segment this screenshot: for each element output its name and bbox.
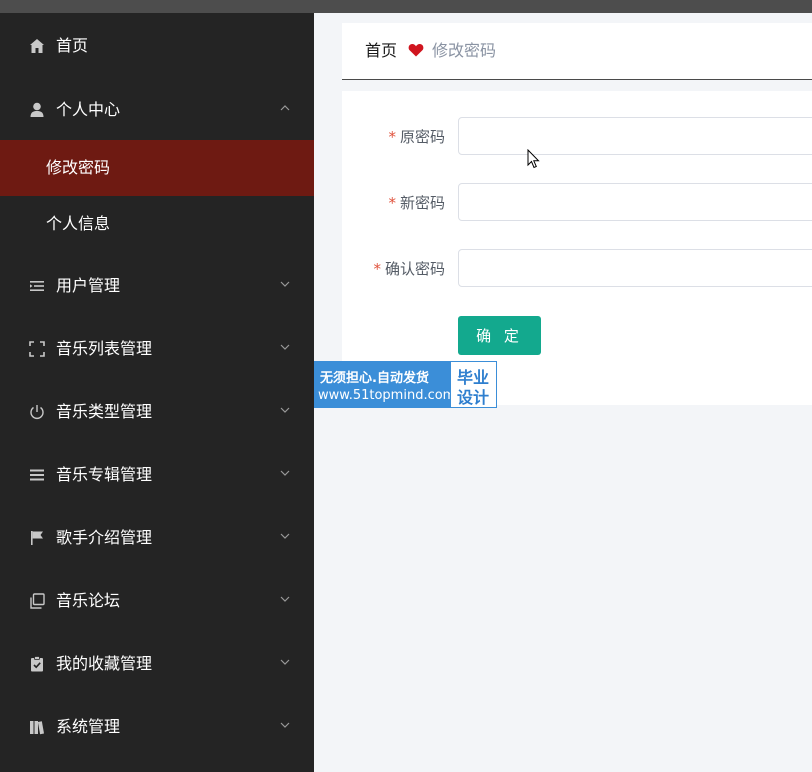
- form-row-old-password: * 原密码: [342, 117, 812, 157]
- chevron-down-icon[interactable]: [279, 593, 291, 605]
- old-password-label: * 原密码: [388, 117, 445, 157]
- new-password-input[interactable]: [458, 183, 812, 221]
- sidebar-subitem-change-password[interactable]: 修改密码: [0, 140, 314, 196]
- watermark-url: www.51topmind.com: [318, 388, 456, 403]
- sidebar-item-label: 音乐列表管理: [56, 339, 153, 358]
- menu-icon: [30, 469, 44, 481]
- sidebar: 首页 个人中心 修改密码 个人信息 用户管理 音乐列表管理 音乐类型管理 音乐专…: [0, 13, 314, 772]
- sidebar-item-my-favorites[interactable]: 我的收藏管理: [0, 644, 314, 684]
- change-password-form: * 原密码 * 新密码 * 确认密码 确 定: [342, 91, 812, 405]
- sidebar-subitem-label: 个人信息: [46, 214, 111, 233]
- form-row-confirm-password: * 确认密码: [342, 249, 812, 289]
- confirm-password-input[interactable]: [458, 249, 812, 287]
- chevron-down-icon[interactable]: [279, 278, 291, 290]
- sidebar-item-label: 个人中心: [56, 100, 121, 119]
- sidebar-item-label: 歌手介绍管理: [56, 528, 153, 547]
- old-password-input[interactable]: [458, 117, 812, 155]
- breadcrumb-home[interactable]: 首页: [365, 23, 397, 79]
- chevron-down-icon[interactable]: [279, 719, 291, 731]
- sidebar-item-music-forum[interactable]: 音乐论坛: [0, 581, 314, 621]
- books-icon: [30, 721, 45, 735]
- flag-icon: [31, 531, 43, 545]
- sidebar-item-label: 音乐类型管理: [56, 402, 153, 421]
- sidebar-item-label: 用户管理: [56, 276, 121, 295]
- sidebar-item-singer-intro[interactable]: 歌手介绍管理: [0, 518, 314, 558]
- clipboard-check-icon: [31, 656, 43, 672]
- sidebar-item-system-management[interactable]: 系统管理: [0, 707, 314, 747]
- sidebar-item-label: 首页: [56, 36, 89, 55]
- sidebar-subitem-personal-info[interactable]: 个人信息: [0, 196, 314, 252]
- list-icon: [30, 281, 44, 291]
- confirm-password-label-text: 确认密码: [384, 260, 445, 278]
- sidebar-item-personal-center[interactable]: 个人中心: [0, 90, 314, 130]
- sidebar-item-user-management[interactable]: 用户管理: [0, 266, 314, 306]
- chevron-up-icon[interactable]: [279, 102, 291, 114]
- sidebar-item-label: 我的收藏管理: [56, 654, 153, 673]
- sidebar-item-label: 音乐专辑管理: [56, 465, 153, 484]
- top-bar: [0, 0, 812, 13]
- required-mark: *: [388, 128, 396, 146]
- sidebar-item-home[interactable]: 首页: [0, 26, 314, 66]
- new-password-label-text: 新密码: [399, 194, 445, 212]
- sidebar-item-music-album[interactable]: 音乐专辑管理: [0, 455, 314, 495]
- power-icon: [30, 405, 44, 419]
- old-password-label-text: 原密码: [399, 128, 445, 146]
- watermark-badge: 无须担心.自动发货 www.51topmind.com 毕业 设计: [314, 361, 497, 408]
- sidebar-item-music-type[interactable]: 音乐类型管理: [0, 392, 314, 432]
- required-mark: *: [388, 194, 396, 212]
- confirm-password-label: * 确认密码: [373, 249, 445, 289]
- breadcrumb-current: 修改密码: [432, 41, 497, 60]
- copy-icon: [30, 593, 45, 609]
- watermark-slogan: 无须担心.自动发货: [320, 371, 429, 386]
- chevron-down-icon[interactable]: [279, 341, 291, 353]
- confirm-button[interactable]: 确 定: [458, 316, 541, 355]
- watermark-left: 无须担心.自动发货 www.51topmind.com: [314, 361, 455, 408]
- sidebar-item-label: 系统管理: [56, 717, 121, 736]
- chevron-down-icon[interactable]: [279, 656, 291, 668]
- heart-icon: [408, 44, 424, 57]
- fullscreen-icon: [29, 341, 45, 357]
- mouse-cursor-icon: [527, 149, 540, 169]
- watermark-badge-text-2: 设计: [457, 388, 490, 407]
- chevron-down-icon[interactable]: [279, 530, 291, 542]
- sidebar-item-label: 音乐论坛: [56, 591, 121, 610]
- breadcrumb: 首页 修改密码: [342, 23, 812, 80]
- new-password-label: * 新密码: [388, 183, 445, 223]
- sidebar-item-music-list[interactable]: 音乐列表管理: [0, 329, 314, 369]
- chevron-down-icon[interactable]: [279, 404, 291, 416]
- required-mark: *: [373, 260, 381, 278]
- form-row-new-password: * 新密码: [342, 183, 812, 223]
- chevron-down-icon[interactable]: [279, 467, 291, 479]
- watermark-right: 毕业 设计: [450, 361, 497, 408]
- home-icon: [30, 39, 44, 53]
- sidebar-subitem-label: 修改密码: [46, 158, 111, 177]
- user-icon: [30, 102, 44, 117]
